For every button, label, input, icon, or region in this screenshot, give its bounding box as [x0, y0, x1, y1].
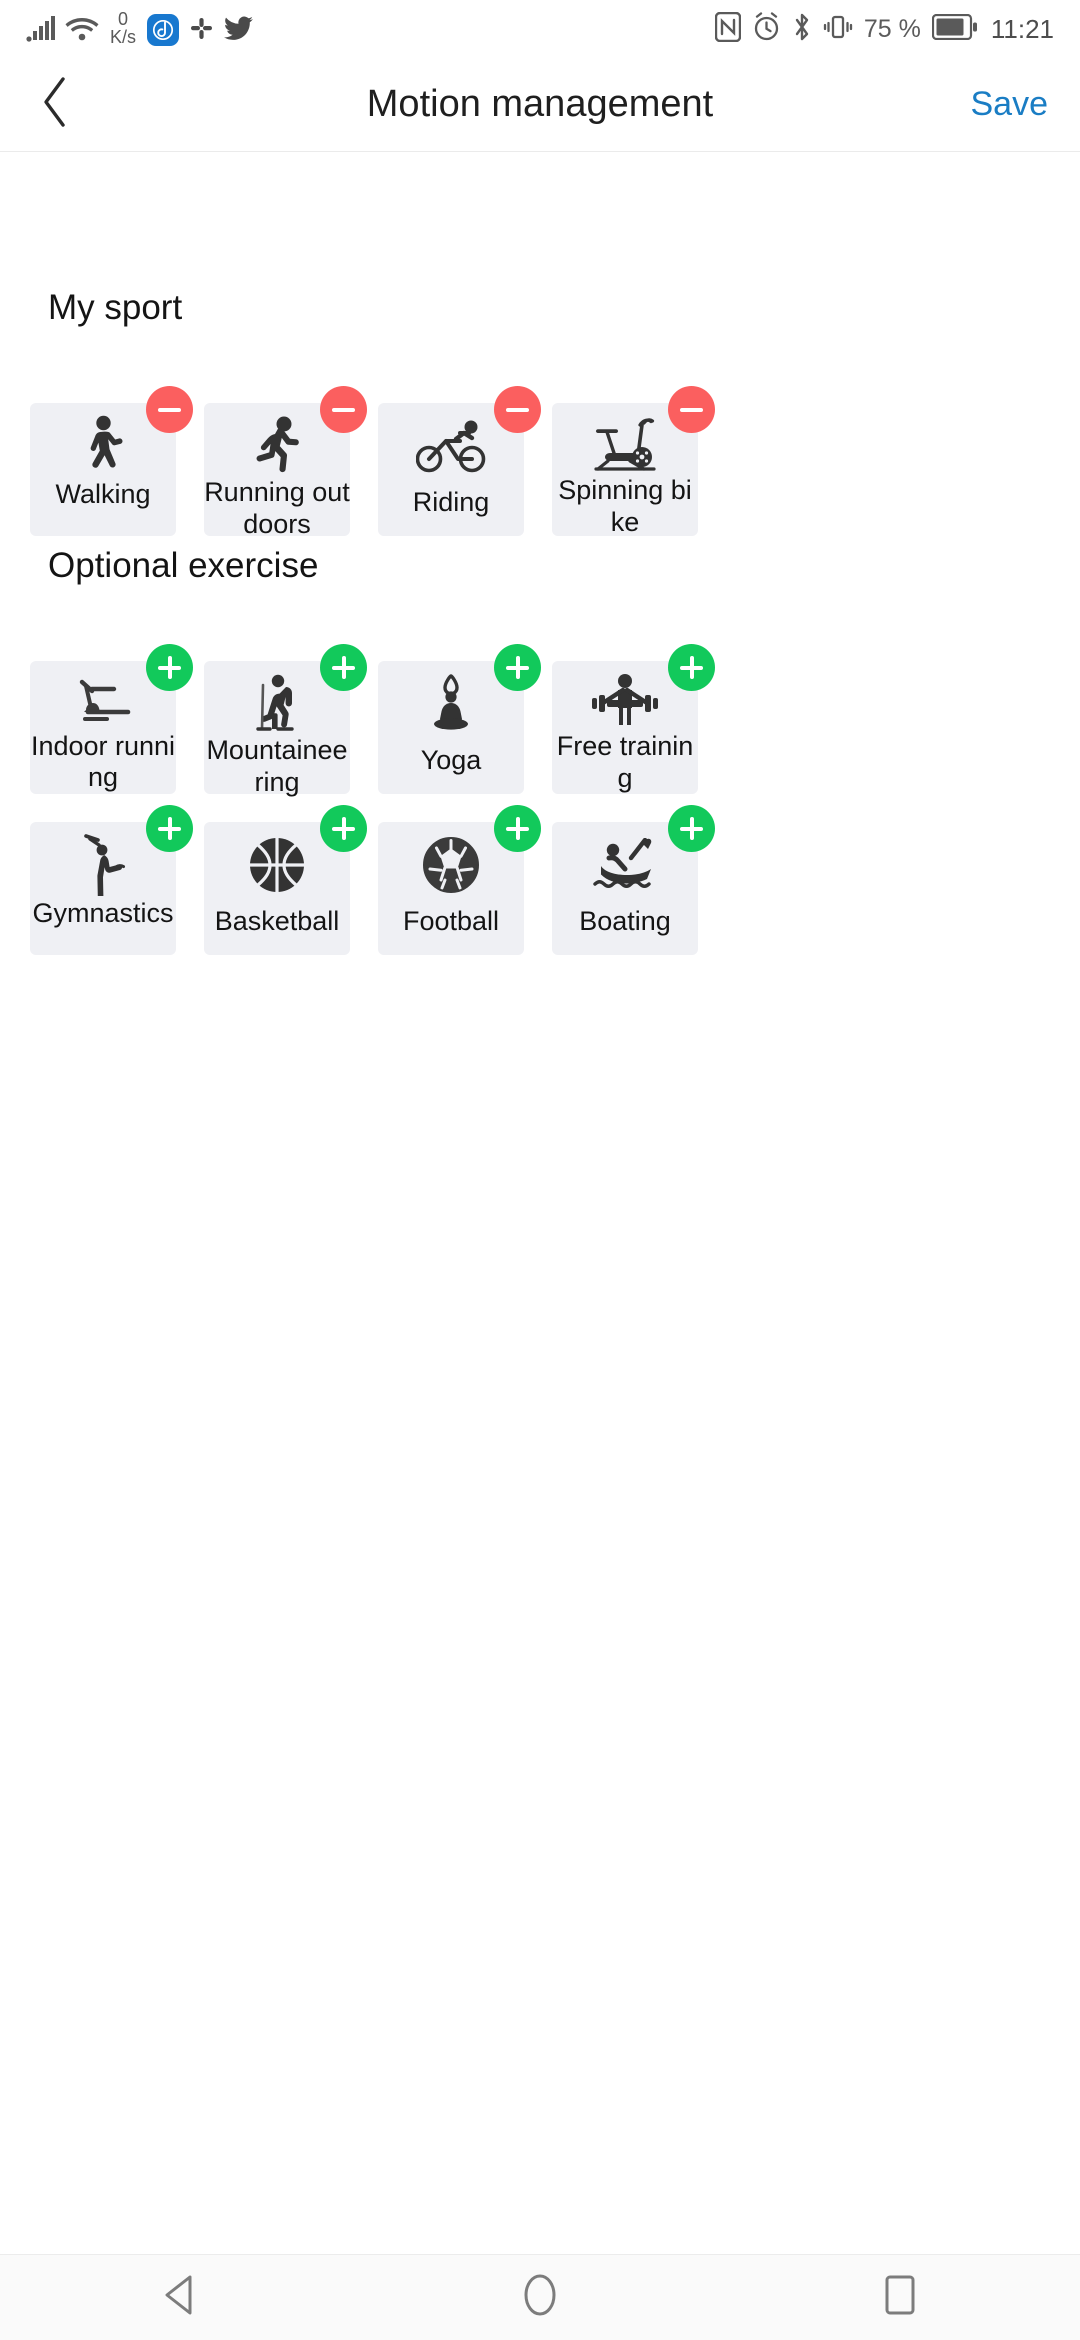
add-badge[interactable] — [494, 805, 541, 852]
walking-icon — [78, 415, 128, 477]
exercise-card-football[interactable]: Football — [378, 805, 541, 955]
yoga-icon — [423, 673, 479, 735]
bluetooth-icon — [792, 12, 812, 47]
exercise-card-label: Indoor running — [30, 730, 176, 793]
home-circle-icon — [522, 2273, 558, 2322]
running-icon — [247, 415, 307, 475]
nfc-icon — [714, 11, 742, 47]
section-title-my-sport: My sport — [48, 288, 183, 327]
remove-badge[interactable] — [668, 386, 715, 433]
sport-card-label: Walking — [55, 479, 151, 509]
plus-icon-vertical — [689, 817, 694, 840]
my-sport-grid: Walking Running outdoors Riding Spinning… — [30, 386, 715, 539]
exercise-card-boating[interactable]: Boating — [552, 805, 715, 955]
exercise-card-label: Football — [402, 906, 500, 936]
sport-card-running-outdoors[interactable]: Running outdoors — [204, 386, 367, 539]
section-title-optional-exercise: Optional exercise — [48, 546, 319, 585]
save-button[interactable]: Save — [971, 85, 1049, 124]
boating-icon — [587, 834, 663, 896]
signal-bars-icon — [26, 15, 56, 47]
app-notification-icon — [147, 13, 180, 46]
remove-badge[interactable] — [494, 386, 541, 433]
add-badge[interactable] — [146, 805, 193, 852]
app-header: Motion management Save — [0, 58, 1080, 152]
minus-icon — [680, 407, 703, 412]
plus-icon-vertical — [167, 656, 172, 679]
slack-icon — [188, 15, 215, 47]
remove-badge[interactable] — [146, 386, 193, 433]
exercise-card-label: Boating — [579, 906, 671, 936]
plus-icon-vertical — [515, 656, 520, 679]
gymnastics-icon — [72, 834, 134, 896]
page-title: Motion management — [366, 83, 714, 125]
nav-home-button[interactable] — [440, 2255, 640, 2340]
optional-exercise-grid-row-2: Gymnastics Basketball Football Boating — [30, 805, 715, 955]
add-badge[interactable] — [494, 644, 541, 691]
recents-square-icon — [884, 2274, 916, 2321]
optional-exercise-grid-row-1: Indoor running Mountaineering Yoga Free … — [30, 644, 715, 797]
exercise-card-label: Yoga — [420, 745, 482, 775]
football-icon — [422, 834, 480, 896]
vibrate-icon — [823, 12, 853, 47]
exercise-card-basketball[interactable]: Basketball — [204, 805, 367, 955]
add-badge[interactable] — [668, 805, 715, 852]
network-speed-value: 0 — [118, 9, 129, 30]
sport-card-label: Running outdoors — [204, 477, 350, 539]
sport-card-label: Spinning bike — [558, 475, 692, 537]
plus-icon-vertical — [515, 817, 520, 840]
app-screen: 0 K/s 75 % 11:21 Motion management Save … — [0, 0, 1080, 2340]
exercise-card-mountaineering[interactable]: Mountaineering — [204, 644, 367, 797]
status-bar-left: 0 K/s — [26, 9, 254, 47]
status-bar: 0 K/s 75 % 11:21 — [0, 0, 1080, 58]
battery-icon — [931, 13, 978, 45]
plus-icon-vertical — [689, 656, 694, 679]
sport-card-walking[interactable]: Walking — [30, 386, 193, 536]
add-badge[interactable] — [668, 644, 715, 691]
plus-icon-vertical — [341, 656, 346, 679]
add-badge[interactable] — [146, 644, 193, 691]
add-badge[interactable] — [320, 805, 367, 852]
exercise-card-label: Free training — [556, 731, 694, 793]
exercise-card-label: Basketball — [214, 906, 340, 936]
network-speed-indicator: 0 K/s — [110, 9, 137, 47]
spinning-bike-icon — [586, 415, 664, 473]
weight-lifting-icon — [587, 673, 663, 729]
chevron-left-icon — [40, 76, 70, 133]
plus-icon-vertical — [341, 817, 346, 840]
wifi-icon — [65, 15, 99, 47]
twitter-icon — [224, 16, 254, 47]
plus-icon-vertical — [167, 817, 172, 840]
exercise-card-free-training[interactable]: Free training — [552, 644, 715, 794]
basketball-icon — [248, 834, 306, 896]
back-triangle-icon — [161, 2274, 199, 2321]
battery-percent-label: 75 % — [863, 14, 921, 43]
nav-back-button[interactable] — [80, 2255, 280, 2340]
minus-icon — [506, 407, 529, 412]
status-bar-right: 75 % 11:21 — [714, 11, 1054, 47]
sport-card-spinning-bike[interactable]: Spinning bike — [552, 386, 715, 537]
alarm-icon — [752, 12, 781, 46]
remove-badge[interactable] — [320, 386, 367, 433]
network-speed-unit: K/s — [110, 26, 137, 47]
exercise-card-gymnastics[interactable]: Gymnastics — [30, 805, 193, 955]
exercise-card-indoor-running[interactable]: Indoor running — [30, 644, 193, 794]
minus-icon — [332, 407, 355, 412]
nav-recents-button[interactable] — [800, 2255, 1000, 2340]
exercise-card-label: Gymnastics — [32, 898, 174, 928]
treadmill-icon — [66, 673, 140, 729]
exercise-card-yoga[interactable]: Yoga — [378, 644, 541, 794]
status-bar-clock: 11:21 — [990, 13, 1054, 44]
exercise-card-label: Mountaineering — [206, 735, 348, 797]
sport-card-label: Riding — [412, 487, 490, 517]
sport-card-riding[interactable]: Riding — [378, 386, 541, 536]
add-badge[interactable] — [320, 644, 367, 691]
cycling-icon — [416, 415, 486, 477]
back-button[interactable] — [0, 58, 110, 152]
hiking-icon — [248, 673, 306, 733]
android-navigation-bar — [0, 2254, 1080, 2340]
minus-icon — [158, 407, 181, 412]
